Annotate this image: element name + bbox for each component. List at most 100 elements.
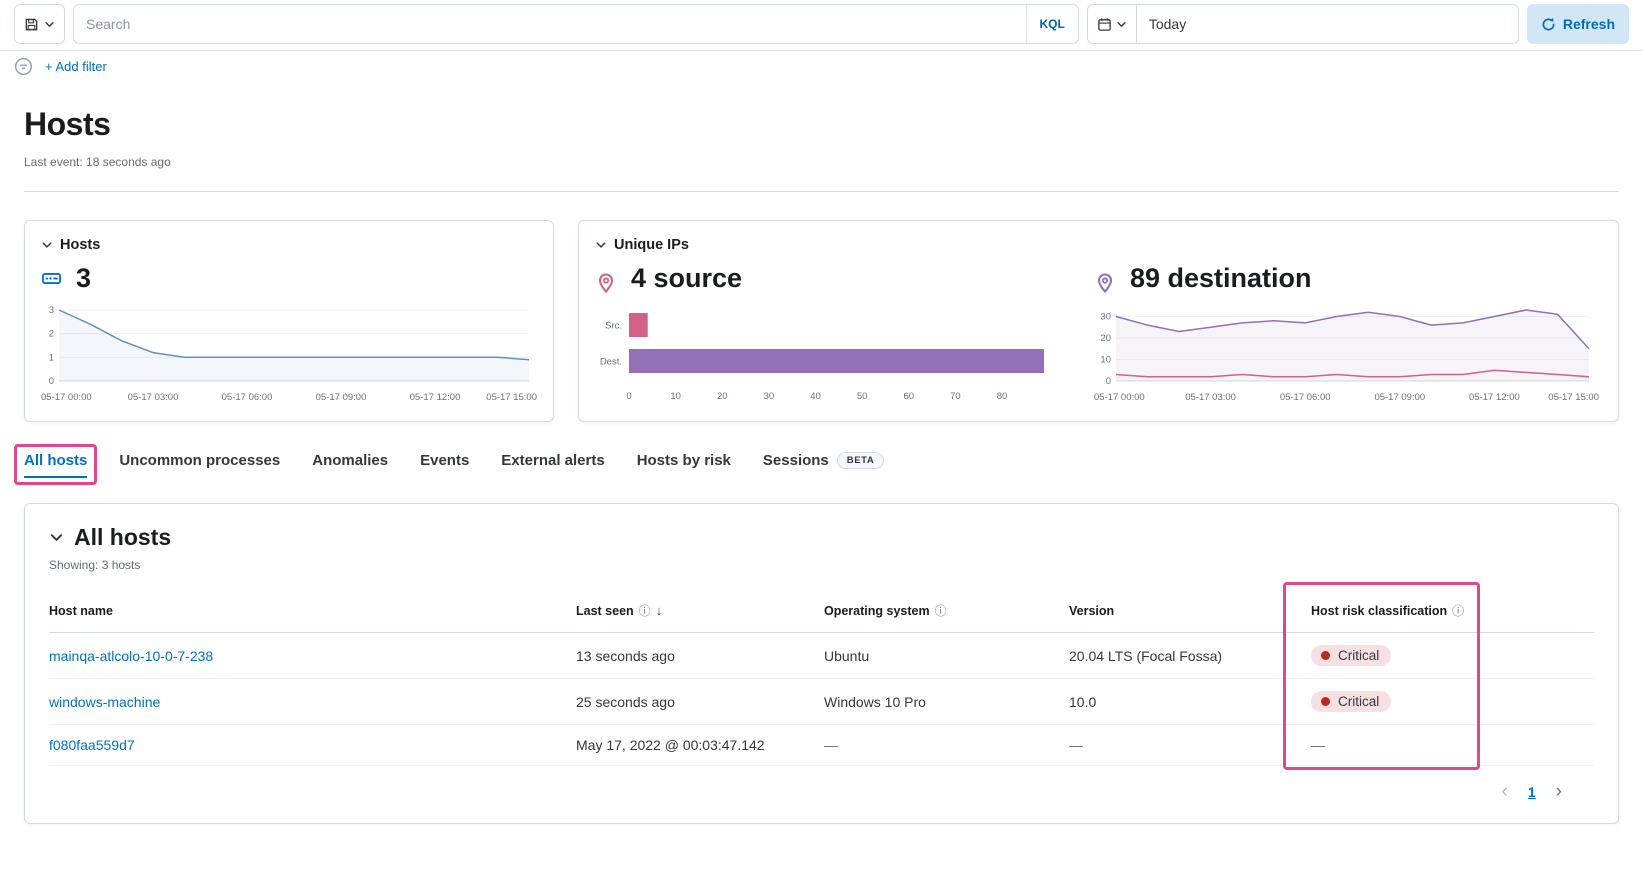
operating-system-column-label: Operating system [824,604,930,618]
svg-text:05-17 09:00: 05-17 09:00 [1374,392,1425,403]
svg-text:Dest.: Dest. [600,357,622,368]
tab-anomalies[interactable]: Anomalies [312,452,388,478]
refresh-label: Refresh [1563,16,1615,32]
chevron-down-icon [1116,19,1127,30]
save-icon [24,17,39,32]
column-header-host-name[interactable]: Host name [49,588,576,633]
svg-text:10: 10 [1100,354,1111,365]
storage-icon [41,268,62,289]
date-range-value[interactable]: Today [1137,5,1518,43]
pagination-next-button[interactable]: › [1552,780,1566,803]
page-header: Hosts Last event: 18 seconds ago [24,106,1619,169]
refresh-icon [1541,17,1556,32]
beta-badge: BETA [837,452,885,469]
hosts-panel-toggle[interactable]: Hosts [41,237,537,253]
tab-sessions[interactable]: Sessions BETA [763,452,884,478]
svg-text:10: 10 [670,391,681,402]
column-header-version[interactable]: Version [1069,588,1311,633]
svg-text:05-17 03:00: 05-17 03:00 [128,392,179,403]
svg-text:05-17 06:00: 05-17 06:00 [1280,392,1331,403]
unique-ips-line-chart: 010203005-17 00:0005-17 03:0005-17 06:00… [1094,305,1599,405]
chevron-down-icon [595,239,607,251]
svg-text:0: 0 [626,391,631,402]
tab-events[interactable]: Events [420,452,469,478]
svg-text:05-17 15:00: 05-17 15:00 [486,392,537,403]
last-seen-cell: 13 seconds ago [576,633,824,679]
query-bar: KQL Today Refresh [0,0,1643,51]
version-cell: — [1069,725,1311,766]
map-pin-icon [595,272,617,294]
risk-badge-critical: Critical [1311,645,1391,666]
search-input[interactable] [74,16,1026,32]
page-title: Hosts [24,106,1619,143]
last-seen-cell: May 17, 2022 @ 00:03:47.142 [576,725,824,766]
column-header-host-risk-classification[interactable]: Host risk classification ⓘ [1311,588,1594,633]
sort-descending-icon[interactable]: ↓ [656,603,663,618]
host-name-link[interactable]: windows-machine [49,694,160,710]
version-cell: 10.0 [1069,679,1311,725]
hosts-area-chart: 012305-17 00:0005-17 03:0005-17 06:0005-… [41,305,537,405]
filter-bar: + Add filter [0,51,1643,82]
unique-ips-panel-toggle[interactable]: Unique IPs [595,237,1602,253]
host-name-link[interactable]: mainqa-atlcolo-10-0-7-238 [49,648,213,664]
all-hosts-title: All hosts [74,524,171,551]
table-header-row: Host name Last seen ⓘ ↓ Operating system… [49,588,1594,633]
tab-all-hosts[interactable]: All hosts [24,452,87,478]
svg-text:20: 20 [1100,333,1111,344]
svg-text:20: 20 [717,391,728,402]
svg-text:80: 80 [997,391,1008,402]
svg-text:30: 30 [764,391,775,402]
host-name-column-label: Host name [49,604,113,618]
risk-badge-critical: Critical [1311,691,1391,712]
critical-dot-icon [1321,651,1330,660]
hosts-chart-wrap: 012305-17 00:0005-17 03:0005-17 06:0005-… [41,305,537,405]
saved-query-menu-button[interactable] [14,4,65,44]
chevron-down-icon [41,239,53,251]
info-icon[interactable]: ⓘ [639,602,651,619]
add-filter-button[interactable]: + Add filter [45,59,107,74]
tab-hosts-by-risk[interactable]: Hosts by risk [637,452,731,478]
table-row: f080faa559d7 May 17, 2022 @ 00:03:47.142… [49,725,1594,766]
table-row: windows-machine 25 seconds ago Windows 1… [49,679,1594,725]
date-picker: Today [1087,4,1519,44]
svg-text:05-17 00:00: 05-17 00:00 [41,392,92,403]
critical-dot-icon [1321,697,1330,706]
source-ips-stat: 4 source [595,263,1050,294]
calendar-icon [1097,17,1112,32]
svg-text:50: 50 [857,391,868,402]
risk-cell: — [1311,725,1594,766]
info-icon[interactable]: ⓘ [1452,602,1464,619]
operating-system-cell: — [824,725,1069,766]
info-icon[interactable]: ⓘ [935,602,947,619]
risk-cell: Critical [1311,679,1594,725]
map-pin-icon [1094,272,1116,294]
column-header-operating-system[interactable]: Operating system ⓘ [824,588,1069,633]
unique-ips-grid: 4 source 89 destination Src. Dest. 0 10 20 30… [595,261,1602,405]
hosts-count-value: 3 [76,263,91,294]
svg-text:05-17 03:00: 05-17 03:00 [1185,392,1236,403]
host-name-link[interactable]: f080faa559d7 [49,737,135,753]
tab-external-alerts[interactable]: External alerts [501,452,604,478]
svg-text:1: 1 [49,352,54,363]
destination-ips-stat: 89 destination [1094,263,1599,294]
operating-system-cell: Windows 10 Pro [824,679,1069,725]
refresh-button[interactable]: Refresh [1527,4,1629,44]
pagination-prev-button[interactable]: ‹ [1498,780,1512,803]
destination-ips-value: 89 destination [1130,263,1312,294]
pagination-page-1[interactable]: 1 [1524,782,1540,802]
kql-badge[interactable]: KQL [1026,5,1078,43]
tab-uncommon-processes[interactable]: Uncommon processes [119,452,280,478]
svg-text:Src.: Src. [605,321,622,332]
filter-options-icon[interactable] [14,57,33,76]
svg-text:3: 3 [49,305,54,316]
svg-text:30: 30 [1100,311,1111,322]
svg-text:0: 0 [49,376,54,387]
date-picker-menu-button[interactable] [1088,5,1137,43]
table-row: mainqa-atlcolo-10-0-7-238 13 seconds ago… [49,633,1594,679]
svg-text:2: 2 [49,329,54,340]
svg-text:05-17 09:00: 05-17 09:00 [316,392,367,403]
svg-text:05-17 15:00: 05-17 15:00 [1548,392,1599,403]
search-bar: KQL [73,4,1079,44]
column-header-last-seen[interactable]: Last seen ⓘ ↓ [576,588,824,633]
all-hosts-toggle[interactable]: All hosts [49,524,1594,551]
